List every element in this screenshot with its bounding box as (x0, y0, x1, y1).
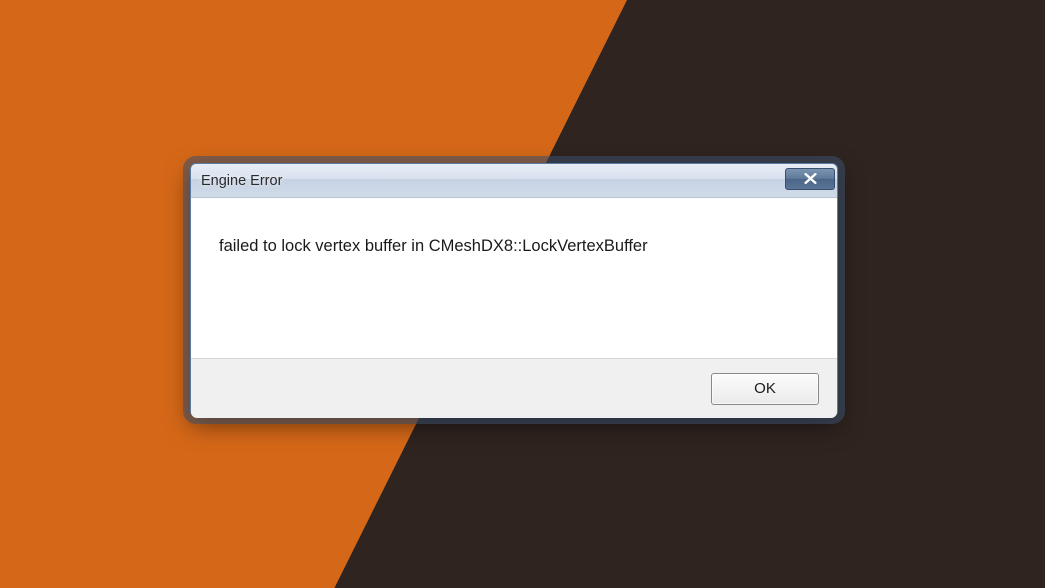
dialog-titlebar[interactable]: Engine Error (191, 164, 837, 198)
dialog-title: Engine Error (201, 173, 282, 189)
error-dialog: Engine Error failed to lock vertex buffe… (190, 163, 838, 417)
dialog-footer: OK (191, 358, 837, 418)
ok-button[interactable]: OK (711, 373, 819, 405)
dialog-body: failed to lock vertex buffer in CMeshDX8… (191, 198, 837, 358)
close-button[interactable] (785, 168, 835, 190)
close-icon (804, 173, 817, 184)
error-message: failed to lock vertex buffer in CMeshDX8… (219, 236, 648, 257)
